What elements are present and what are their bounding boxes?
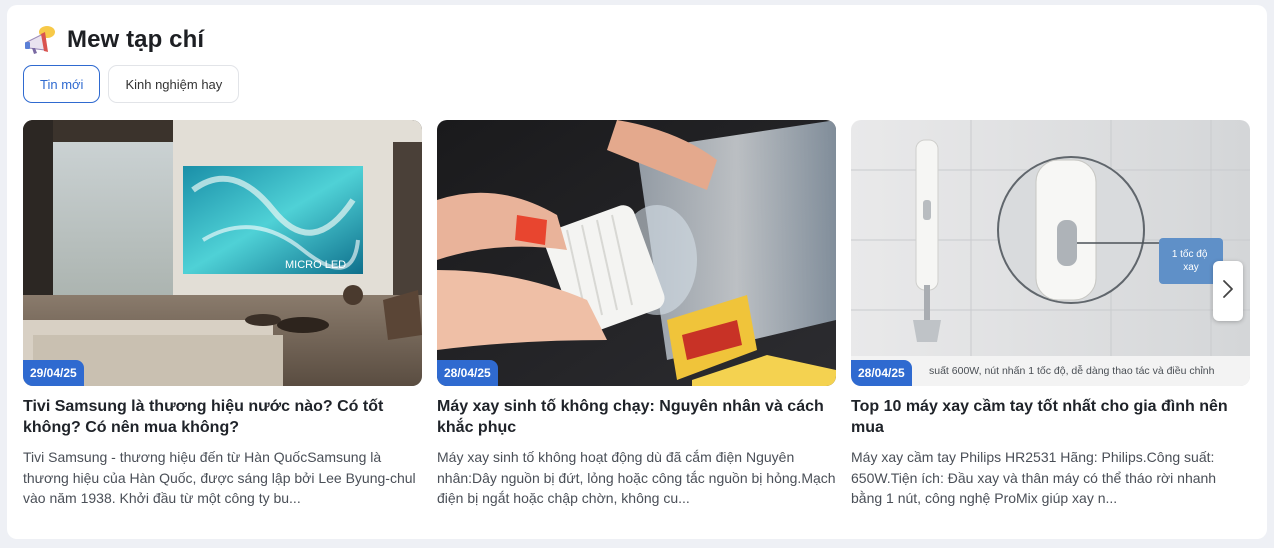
- date-badge: 28/04/25: [437, 360, 498, 386]
- section-title: Mew tạp chí: [67, 26, 205, 53]
- article-card[interactable]: 28/04/25 Máy xay sinh tố không chạy: Ngu…: [437, 120, 836, 509]
- article-card[interactable]: 1 tốc độ xay suất 600W, nút nhấn 1 tốc đ…: [851, 120, 1250, 509]
- article-description: Tivi Samsung - thương hiệu đến từ Hàn Qu…: [23, 449, 416, 506]
- section-header: Mew tạp chí: [23, 23, 204, 57]
- image-caption: suất 600W, nút nhấn 1 tốc độ, dễ dàng th…: [929, 364, 1215, 377]
- megaphone-icon: [23, 24, 57, 56]
- microled-logo-text: MICRO LED: [285, 259, 346, 271]
- article-carousel: MICRO LED 29/04/25 Tivi Samsung là thươn…: [23, 120, 1250, 509]
- tab-kinh-nghiem-hay[interactable]: Kinh nghiệm hay: [108, 65, 240, 103]
- date-badge: 29/04/25: [23, 360, 84, 386]
- article-thumbnail[interactable]: MICRO LED 29/04/25: [23, 120, 422, 386]
- carousel-next-button[interactable]: [1213, 261, 1243, 321]
- article-title[interactable]: Top 10 máy xay cầm tay tốt nhất cho gia …: [851, 396, 1250, 438]
- article-thumbnail[interactable]: 28/04/25: [437, 120, 836, 386]
- tab-tin-moi[interactable]: Tin mới: [23, 65, 101, 103]
- article-card[interactable]: MICRO LED 29/04/25 Tivi Samsung là thươn…: [23, 120, 422, 509]
- chevron-right-icon: [1222, 279, 1234, 304]
- article-title[interactable]: Tivi Samsung là thương hiệu nước nào? Có…: [23, 396, 422, 438]
- date-badge: 28/04/25: [851, 360, 912, 386]
- tab-bar: Tin mới Kinh nghiệm hay: [23, 65, 240, 103]
- article-thumbnail[interactable]: 1 tốc độ xay suất 600W, nút nhấn 1 tốc đ…: [851, 120, 1250, 386]
- article-title[interactable]: Máy xay sinh tố không chạy: Nguyên nhân …: [437, 396, 836, 438]
- article-description: Máy xay cầm tay Philips HR2531 Hãng: Phi…: [851, 449, 1217, 506]
- article-description: Máy xay sinh tố không hoạt động dù đã cắ…: [437, 449, 836, 506]
- magazine-section: Mew tạp chí Tin mới Kinh nghiệm hay MICR…: [7, 5, 1267, 539]
